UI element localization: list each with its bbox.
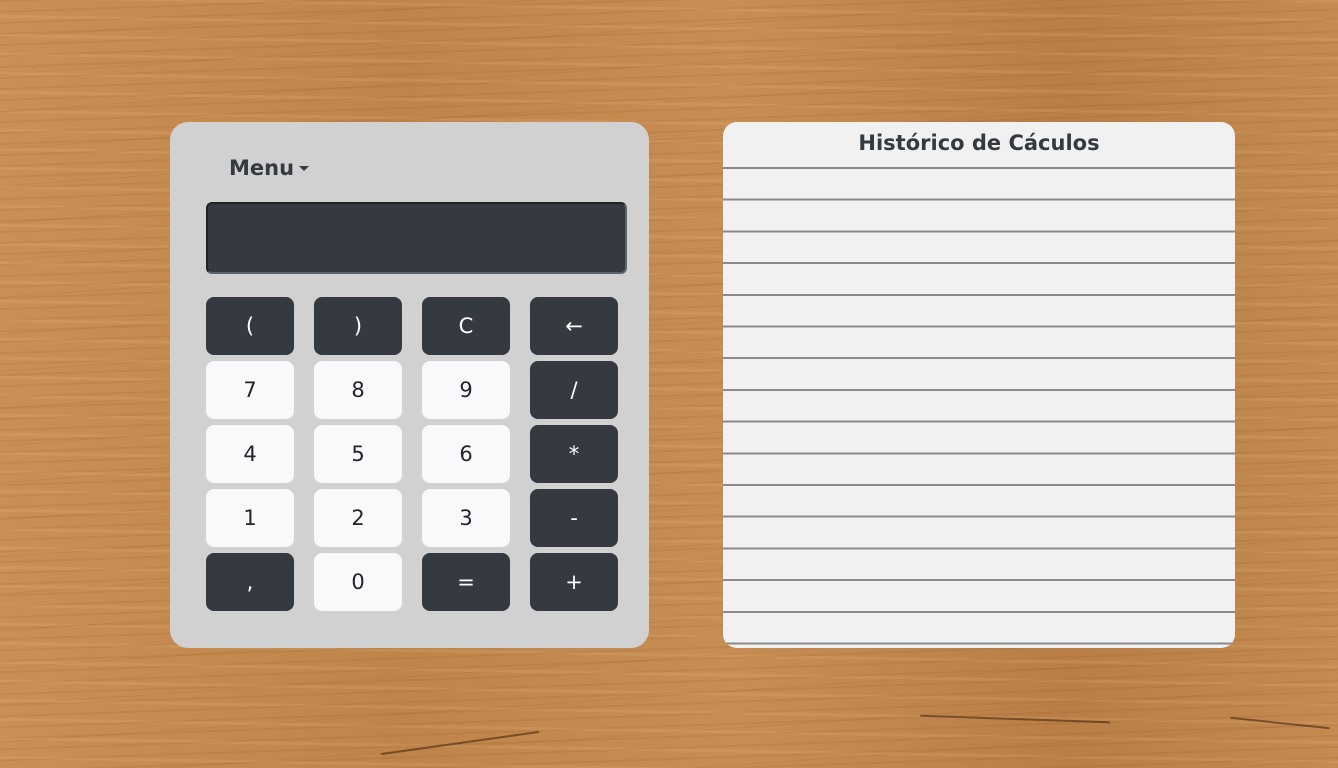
key-2[interactable]: 2: [314, 489, 402, 547]
key-decimal[interactable]: ,: [206, 553, 294, 611]
key-add[interactable]: +: [530, 553, 618, 611]
key-subtract[interactable]: -: [530, 489, 618, 547]
key-9[interactable]: 9: [422, 361, 510, 419]
history-panel: Histórico de Cáculos: [723, 122, 1235, 648]
keypad: () C ← 7 8 9 / 4 5 6 * 1 2 3-, 0 = +: [206, 297, 618, 611]
key-open-paren[interactable]: (: [206, 297, 294, 355]
key-8[interactable]: 8: [314, 361, 402, 419]
key-0[interactable]: 0: [314, 553, 402, 611]
menu-dropdown-toggle[interactable]: Menu: [229, 156, 310, 180]
history-title: Histórico de Cáculos: [858, 131, 1100, 155]
key-5[interactable]: 5: [314, 425, 402, 483]
key-3[interactable]: 3: [422, 489, 510, 547]
key-equals[interactable]: =: [422, 553, 510, 611]
key-7[interactable]: 7: [206, 361, 294, 419]
key-4[interactable]: 4: [206, 425, 294, 483]
key-6[interactable]: 6: [422, 425, 510, 483]
key-multiply[interactable]: *: [530, 425, 618, 483]
calculator-display: [206, 202, 627, 274]
key-1[interactable]: 1: [206, 489, 294, 547]
wood-crack: [1230, 716, 1330, 730]
wood-crack: [380, 730, 540, 756]
caret-down-icon: [299, 165, 310, 171]
key-clear[interactable]: C: [422, 297, 510, 355]
key-close-paren[interactable]: ): [314, 297, 402, 355]
wood-crack: [920, 714, 1110, 724]
calculator: Menu () C ← 7 8 9 / 4 5 6 * 1 2 3-, 0 = +: [170, 122, 649, 648]
key-divide[interactable]: /: [530, 361, 618, 419]
key-backspace[interactable]: ←: [530, 297, 618, 355]
menu-label: Menu: [229, 156, 295, 180]
history-list: [723, 167, 1235, 647]
